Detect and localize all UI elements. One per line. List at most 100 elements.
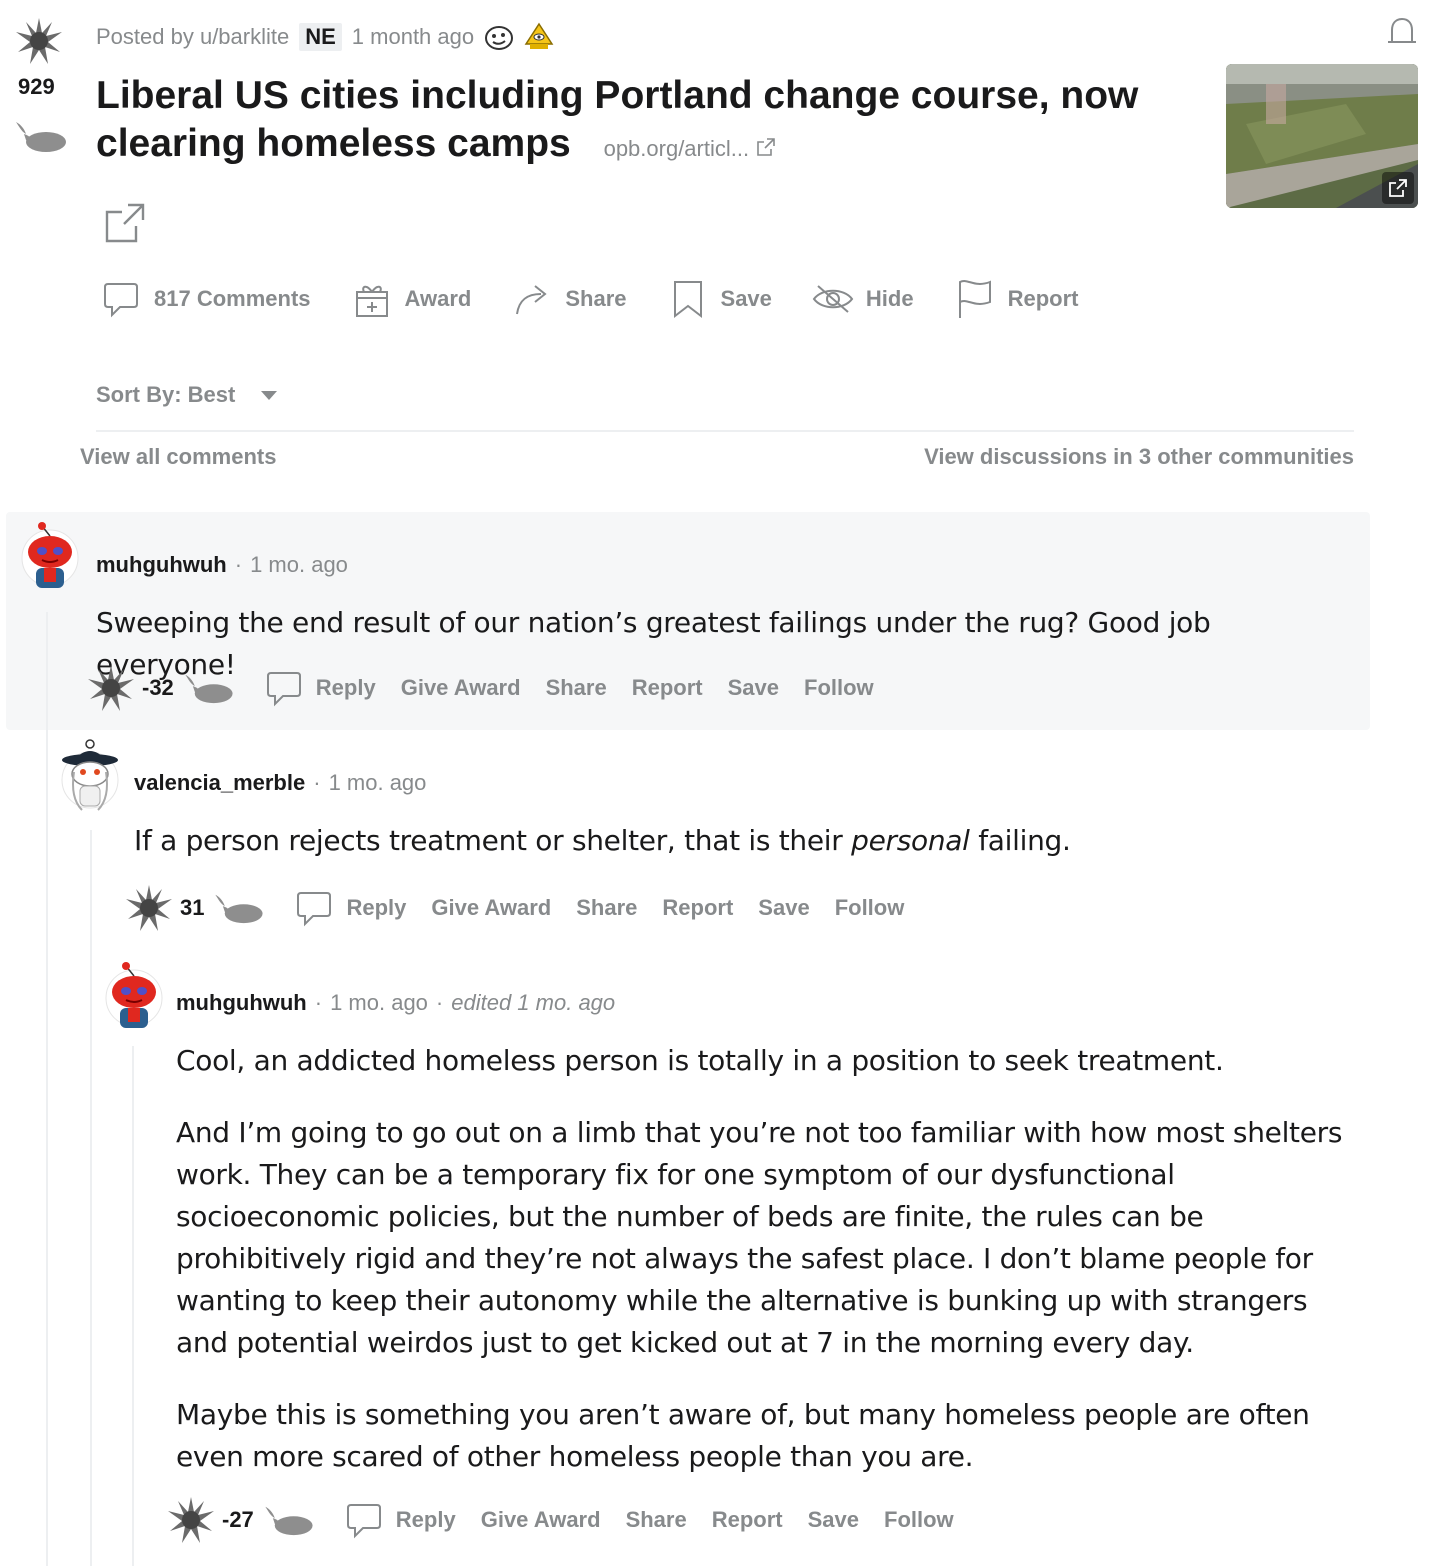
hide-button[interactable]: Hide — [812, 278, 914, 320]
award-button[interactable]: Award — [351, 278, 472, 320]
comment-time[interactable]: 1 mo. ago — [250, 552, 348, 578]
save-button[interactable]: Save — [808, 1507, 859, 1533]
comments-label: 817 Comments — [154, 286, 311, 311]
thumbnail-external-link-icon[interactable] — [1382, 172, 1414, 204]
comment-score: 31 — [180, 895, 205, 920]
report-button[interactable]: Report — [954, 278, 1079, 320]
comment-username[interactable]: muhguhwuh — [96, 552, 227, 578]
comment-header: valencia_merble · 1 mo. ago — [134, 770, 426, 796]
flag-icon — [958, 280, 991, 318]
post-domain-text[interactable]: opb.org/articl... — [604, 136, 750, 161]
sort-dropdown[interactable]: Sort By: Best — [96, 382, 278, 408]
caret-down-icon — [261, 390, 278, 400]
upvote-burst-icon[interactable] — [126, 885, 172, 931]
save-button[interactable]: Save — [667, 278, 772, 320]
comment-score: -27 — [222, 1507, 254, 1532]
view-all-comments-link[interactable]: View all comments — [80, 444, 276, 470]
separator-dot: · — [435, 990, 444, 1015]
share-label: Share — [565, 286, 627, 311]
share-button[interactable]: Share — [576, 895, 637, 921]
snoo-avatar[interactable] — [60, 738, 120, 816]
separator-dot: · — [314, 990, 323, 1015]
post-time: 1 month ago — [351, 24, 475, 49]
give-award-button[interactable]: Give Award — [431, 895, 551, 921]
comment-bubble-icon — [346, 1504, 381, 1539]
reply-button[interactable]: Reply — [316, 675, 376, 701]
upvote-burst-icon[interactable] — [88, 665, 134, 711]
comment-text-emphasis: personal — [851, 824, 970, 857]
divider — [96, 430, 1354, 432]
comment-paragraph: Maybe this is something you aren’t aware… — [176, 1398, 1310, 1473]
comment-bubble-icon — [104, 283, 138, 318]
comment-header: muhguhwuh · 1 mo. ago · edited 1 mo. ago — [176, 990, 615, 1016]
edited-label: edited 1 mo. ago — [451, 990, 616, 1015]
share-button[interactable]: Share — [546, 675, 607, 701]
post-actions: 817 Comments Award Share Save Hide Repor… — [100, 274, 1118, 324]
hide-label: Hide — [865, 286, 914, 311]
comment-time[interactable]: 1 mo. ago — [329, 770, 427, 796]
comment-time[interactable]: 1 mo. ago — [330, 990, 428, 1016]
upvote-burst-icon[interactable] — [168, 1497, 214, 1543]
save-button[interactable]: Save — [728, 675, 779, 701]
whale-downvote-icon[interactable] — [262, 1503, 314, 1537]
separator-dot: · — [234, 552, 243, 577]
award-pyramid-icon[interactable] — [524, 22, 554, 52]
comment-score: -32 — [142, 675, 174, 700]
snoo-avatar[interactable] — [104, 958, 164, 1036]
share-arrow-icon — [516, 285, 547, 315]
post-title[interactable]: Liberal US cities including Portland cha… — [96, 72, 1196, 173]
user-flair: NE — [299, 23, 342, 51]
sort-label: Sort By: Best — [96, 382, 236, 407]
external-link-icon[interactable] — [104, 202, 146, 244]
share-button[interactable]: Share — [511, 278, 627, 320]
save-button[interactable]: Save — [758, 895, 809, 921]
report-button[interactable]: Report — [662, 895, 733, 921]
report-label: Report — [1007, 286, 1079, 311]
award-face-icon[interactable] — [484, 22, 514, 52]
comment-bubble-icon — [266, 672, 301, 707]
give-award-button[interactable]: Give Award — [481, 1507, 601, 1533]
comment-body: If a person rejects treatment or shelter… — [134, 820, 1354, 862]
posted-by[interactable]: Posted by u/barklite — [96, 24, 289, 50]
comment-actions: 31 Reply Give Award Share Report Save Fo… — [126, 885, 929, 931]
thread-line[interactable] — [132, 1046, 134, 1566]
comment-text: If a person rejects treatment or shelter… — [134, 820, 1354, 862]
give-award-button[interactable]: Give Award — [401, 675, 521, 701]
award-label: Award — [404, 286, 472, 311]
comments-button[interactable]: 817 Comments — [100, 278, 311, 320]
follow-button[interactable]: Follow — [884, 1507, 954, 1533]
comment-text-pre: If a person rejects treatment or shelter… — [134, 824, 852, 857]
post-domain[interactable]: opb.org/articl... — [604, 136, 778, 161]
whale-downvote-icon[interactable] — [182, 671, 234, 705]
comment-username[interactable]: muhguhwuh — [176, 990, 307, 1016]
comment-paragraph: And I’m going to go out on a limb that y… — [176, 1116, 1343, 1359]
post-meta: Posted by u/barklite NE 1 month ago — [96, 20, 554, 54]
comment-header: muhguhwuh · 1 mo. ago — [96, 552, 348, 578]
bell-icon[interactable] — [1384, 14, 1420, 50]
report-button[interactable]: Report — [712, 1507, 783, 1533]
reply-button[interactable]: Reply — [396, 1507, 456, 1533]
whale-downvote-icon[interactable] — [14, 118, 66, 154]
upvote-burst-icon[interactable] — [16, 18, 62, 64]
post-score: 929 — [18, 74, 55, 99]
follow-button[interactable]: Follow — [835, 895, 905, 921]
comment-paragraph: Cool, an addicted homeless person is tot… — [176, 1044, 1224, 1077]
bookmark-icon — [673, 281, 702, 319]
comment-actions: -27 Reply Give Award Share Report Save F… — [168, 1497, 979, 1543]
thread-line[interactable] — [46, 612, 48, 1566]
thread-line[interactable] — [90, 830, 92, 1566]
eye-slash-icon — [812, 285, 854, 313]
share-button[interactable]: Share — [626, 1507, 687, 1533]
save-label: Save — [720, 286, 772, 311]
follow-button[interactable]: Follow — [804, 675, 874, 701]
comment-actions: -32 Reply Give Award Share Report Save F… — [88, 665, 899, 711]
snoo-avatar[interactable] — [20, 518, 80, 596]
view-discussions-link[interactable]: View discussions in 3 other communities — [924, 444, 1354, 470]
report-button[interactable]: Report — [632, 675, 703, 701]
separator-dot: · — [313, 770, 321, 795]
post-thumbnail[interactable] — [1226, 64, 1418, 208]
reply-button[interactable]: Reply — [346, 895, 406, 921]
gift-icon — [355, 285, 388, 317]
comment-username[interactable]: valencia_merble — [134, 770, 305, 796]
whale-downvote-icon[interactable] — [212, 891, 264, 925]
